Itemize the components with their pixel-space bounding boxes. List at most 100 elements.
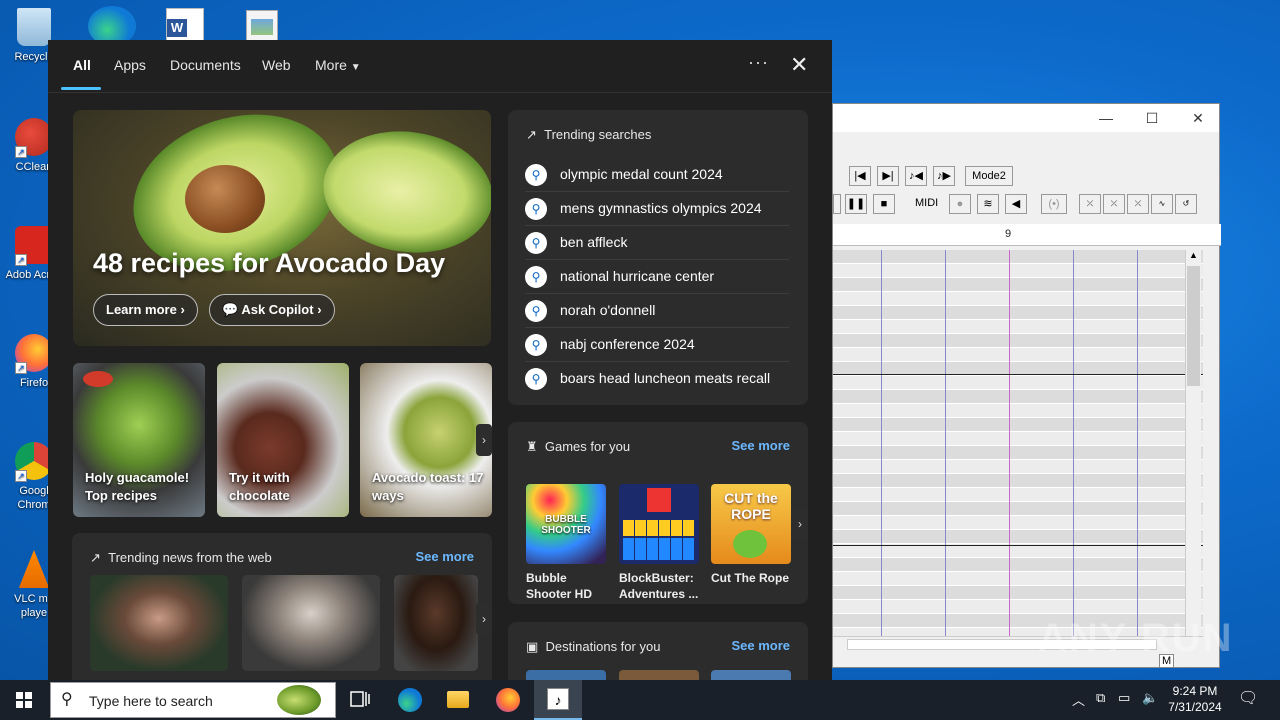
trending-search-item[interactable]: ⚲ national hurricane center — [525, 260, 789, 294]
firefox-icon — [496, 688, 520, 712]
scroll-thumb[interactable] — [1187, 266, 1200, 386]
close-panel-icon[interactable]: ✕ — [790, 52, 808, 78]
trending-search-item[interactable]: ⚲ olympic medal count 2024 — [525, 158, 789, 192]
news-see-more-link[interactable]: See more — [415, 549, 474, 564]
prev-note-button[interactable]: ♪◀ — [905, 166, 927, 186]
tab-web[interactable]: Web — [262, 57, 291, 73]
tab-documents[interactable]: Documents — [170, 57, 241, 73]
volume-icon[interactable]: 🔈 — [1142, 690, 1158, 706]
play-button[interactable] — [833, 194, 841, 214]
trending-searches-box: ↗ Trending searches ⚲ olympic medal count… — [508, 110, 808, 405]
search-icon: ⚲ — [525, 164, 547, 186]
trending-arrow-icon: ↗ — [90, 550, 101, 565]
forward-end-button[interactable]: ▶| — [877, 166, 899, 186]
game-tile-blockbuster[interactable]: BlockBuster: Adventures ... — [619, 484, 699, 602]
game-thumbnail: BUBBLE SHOOTER — [526, 484, 606, 564]
games-see-more-link[interactable]: See more — [731, 438, 790, 453]
maximize-icon[interactable]: ☐ — [1129, 104, 1175, 132]
destination-thumbnail[interactable] — [526, 670, 606, 680]
network-icon[interactable]: ▭ — [1118, 690, 1130, 706]
taskbar-search-box[interactable]: ⚲ Type here to search — [50, 682, 336, 718]
trending-search-item[interactable]: ⚲ nabj conference 2024 — [525, 328, 789, 362]
recipe-card-title: Holy guacamole! Top recipes — [85, 470, 190, 503]
search-icon: ⚲ — [525, 334, 547, 356]
trending-search-item[interactable]: ⚲ ben affleck — [525, 226, 789, 260]
games-heading: ♜ Games for you — [526, 439, 630, 455]
tab-more[interactable]: More ▼ — [315, 57, 361, 73]
news-thumbnail[interactable] — [394, 575, 478, 671]
meet-now-icon[interactable]: ⧉ — [1096, 690, 1105, 706]
next-note-button[interactable]: ♪▶ — [933, 166, 955, 186]
recipe-card-toast[interactable]: Avocado toast: 17 ways — [360, 363, 492, 517]
games-title: Games for you — [544, 439, 631, 454]
taskbar-sequencer-button[interactable]: ♪ — [534, 680, 582, 720]
grid-line — [945, 250, 946, 636]
news-thumbnail[interactable] — [242, 575, 380, 671]
scroll-up-icon[interactable]: ▲ — [1186, 250, 1201, 264]
close-icon[interactable]: ✕ — [1175, 104, 1221, 132]
search-icon: ⚲ — [525, 266, 547, 288]
destination-thumbnail[interactable] — [619, 670, 699, 680]
caret-down-icon: ▼ — [350, 62, 361, 73]
trending-search-item[interactable]: ⚲ mens gymnastics olympics 2024 — [525, 192, 789, 226]
image-file-icon[interactable] — [246, 10, 278, 44]
taskbar-clock[interactable]: 9:24 PM 7/31/2024 — [1158, 683, 1232, 715]
game-tile-bubble-shooter[interactable]: BUBBLE SHOOTER Bubble Shooter HD — [526, 484, 606, 602]
more-options-icon[interactable]: ··· — [748, 52, 769, 73]
taskbar-edge-button[interactable] — [386, 680, 434, 720]
recipe-card-chocolate[interactable]: Try it with chocolate — [217, 363, 349, 517]
trending-search-text: national hurricane center — [560, 268, 715, 284]
cards-next-arrow-icon[interactable]: › — [476, 424, 492, 456]
hero-card[interactable]: 48 recipes for Avocado Day Learn more › … — [73, 110, 491, 346]
app-titlebar: — ☐ ✕ — [833, 104, 1219, 132]
tool-button-1[interactable]: ⤫ — [1079, 194, 1101, 214]
windows-logo-icon — [16, 692, 32, 708]
trending-search-item[interactable]: ⚲ norah o'donnell — [525, 294, 789, 328]
taskbar-firefox-button[interactable] — [484, 680, 532, 720]
games-next-arrow-icon[interactable]: › — [792, 508, 808, 540]
trending-search-item[interactable]: ⚲ boars head luncheon meats recall — [525, 362, 789, 396]
learn-more-button[interactable]: Learn more › — [93, 294, 198, 326]
ask-copilot-button[interactable]: 💬 Ask Copilot › — [209, 294, 335, 326]
minimize-icon[interactable]: — — [1083, 104, 1129, 132]
tool-button-3[interactable]: ⤫ — [1127, 194, 1149, 214]
pause-button[interactable]: ❚❚ — [845, 194, 867, 214]
start-button[interactable] — [0, 680, 48, 720]
grid-line — [1009, 250, 1010, 636]
octave-line — [833, 545, 1203, 546]
destinations-title: Destinations for you — [545, 639, 661, 654]
mode2-button[interactable]: Mode2 — [965, 166, 1013, 186]
game-tile-cut-the-rope[interactable]: CUT the ROPE Cut The Rope — [711, 484, 791, 586]
game-thumb-text: CUT the ROPE — [724, 490, 778, 522]
notification-center-icon[interactable]: 🗨 — [1238, 688, 1258, 708]
rewind-start-button[interactable]: |◀ — [849, 166, 871, 186]
trending-search-text: ben affleck — [560, 234, 628, 250]
tool-button-2[interactable]: ⤫ — [1103, 194, 1125, 214]
destinations-see-more-link[interactable]: See more — [731, 638, 790, 653]
news-next-arrow-icon[interactable]: › — [476, 603, 492, 635]
recipe-card-guacamole[interactable]: Holy guacamole! Top recipes — [73, 363, 205, 517]
ask-copilot-label: Ask Copilot — [241, 302, 314, 317]
task-view-button[interactable] — [336, 680, 384, 720]
piano-roll-grid[interactable] — [833, 250, 1203, 636]
destination-thumbnail[interactable] — [711, 670, 791, 680]
speaker-button[interactable]: ◀ — [1005, 194, 1027, 214]
vertical-scrollbar[interactable]: ▲ — [1185, 250, 1201, 636]
record-button[interactable]: ● — [949, 194, 971, 214]
tab-apps[interactable]: Apps — [114, 57, 146, 73]
tab-more-label: More — [315, 57, 347, 73]
game-name: BlockBuster: Adventures ... — [619, 571, 699, 601]
news-thumbnail[interactable] — [90, 575, 228, 671]
loop-button[interactable]: (•) — [1041, 194, 1067, 214]
tool-button-4[interactable]: ∿ — [1151, 194, 1173, 214]
show-hidden-icons-chevron-icon[interactable]: ︿ — [1072, 690, 1085, 709]
games-box: ♜ Games for you See more BUBBLE SHOOTER … — [508, 422, 808, 604]
tab-all[interactable]: All — [73, 57, 91, 73]
grid-line — [881, 250, 882, 636]
metronome-button[interactable]: ≋ — [977, 194, 999, 214]
sequencer-app-window[interactable]: — ☐ ✕ |◀ ▶| ♪◀ ♪▶ Mode2 ❚❚ ■ MIDI ● ≋ ◀ … — [832, 103, 1221, 668]
word-document-icon[interactable]: W — [166, 8, 204, 44]
stop-button[interactable]: ■ — [873, 194, 895, 214]
taskbar-explorer-button[interactable] — [434, 680, 482, 720]
reset-button[interactable]: ↺ — [1175, 194, 1197, 214]
